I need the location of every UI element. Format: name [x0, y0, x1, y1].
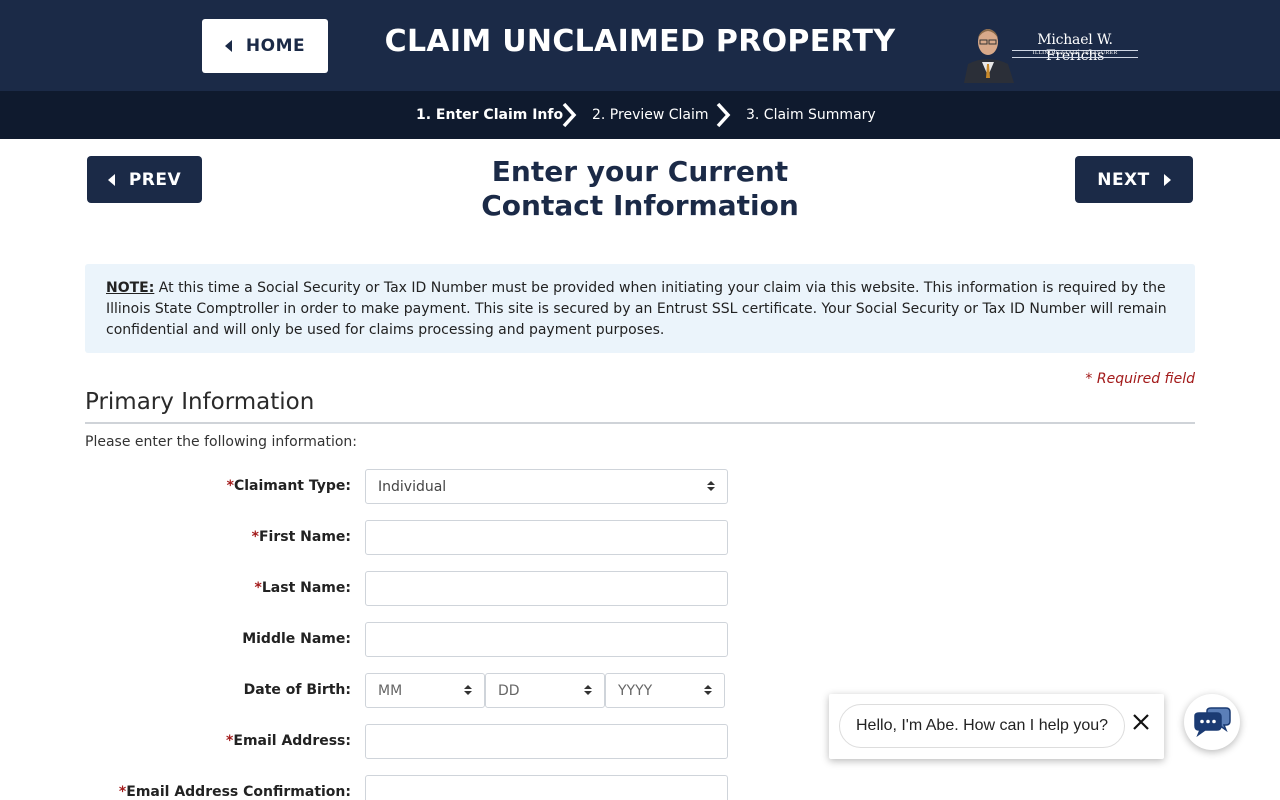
- last-name-label: *Last Name:: [255, 580, 351, 596]
- first-name-label: *First Name:: [252, 529, 351, 545]
- step-1: 1. Enter Claim Info: [416, 107, 564, 123]
- dob-year-value: YYYY: [618, 682, 653, 699]
- email-label-text: Email Address:: [233, 733, 351, 749]
- page-heading-line-2: Contact Information: [481, 189, 799, 222]
- email-confirm-input[interactable]: [365, 775, 728, 800]
- step-progress-bar: 1. Enter Claim Info 2. Preview Claim 3. …: [0, 91, 1280, 139]
- prev-button[interactable]: PREV: [87, 156, 202, 203]
- prev-button-label: PREV: [128, 169, 182, 190]
- required-marker: *: [226, 478, 234, 494]
- first-name-input[interactable]: [365, 520, 728, 555]
- chat-greeting-bubble[interactable]: Hello, I'm Abe. How can I help you?: [839, 704, 1125, 748]
- treasurer-portrait-icon: [960, 20, 1016, 83]
- claimant-type-value: Individual: [378, 478, 447, 495]
- next-button[interactable]: NEXT: [1075, 156, 1193, 203]
- middle-name-input[interactable]: [365, 622, 728, 657]
- section-divider: [85, 422, 1195, 424]
- select-arrows-icon: [464, 685, 472, 697]
- middle-name-label: Middle Name:: [242, 631, 351, 647]
- select-arrows-icon: [707, 481, 715, 493]
- select-arrows-icon: [584, 685, 592, 697]
- email-input[interactable]: [365, 724, 728, 759]
- date-of-birth-label: Date of Birth:: [243, 682, 351, 698]
- dob-day-select[interactable]: DD: [485, 673, 605, 708]
- ssn-notice: NOTE: At this time a Social Security or …: [85, 264, 1195, 353]
- dob-year-select[interactable]: YYYY: [605, 673, 725, 708]
- step-3: 3. Claim Summary: [746, 107, 876, 123]
- section-instructions: Please enter the following information:: [85, 434, 358, 450]
- logo-subtitle: ILLINOIS STATE TREASURER: [1032, 50, 1118, 56]
- chevron-right-icon: [716, 102, 731, 128]
- dob-month-select[interactable]: MM: [365, 673, 485, 708]
- required-field-note: * Required field: [1085, 371, 1195, 387]
- page-heading-line-1: Enter your Current: [491, 155, 789, 188]
- next-button-label: NEXT: [1097, 169, 1150, 190]
- select-arrows-icon: [704, 685, 712, 697]
- logo-name: Michael W. Frerichs: [1037, 32, 1113, 64]
- email-confirm-label-text: Email Address Confirmation:: [126, 784, 351, 800]
- required-marker: *: [251, 529, 259, 545]
- logo-rule-lower: [1012, 57, 1138, 58]
- caret-right-icon: [1163, 173, 1171, 186]
- close-icon[interactable]: [1132, 713, 1150, 731]
- dob-day-value: DD: [498, 682, 520, 699]
- required-marker: *: [254, 580, 262, 596]
- email-label: *Email Address:: [226, 733, 351, 749]
- email-confirm-label: *Email Address Confirmation:: [119, 784, 351, 800]
- claimant-type-label-text: Claimant Type:: [233, 478, 351, 494]
- note-text: At this time a Social Security or Tax ID…: [106, 280, 1167, 338]
- note-label: NOTE:: [106, 280, 155, 296]
- last-name-input[interactable]: [365, 571, 728, 606]
- chat-bubbles-icon: [1194, 707, 1231, 737]
- step-2: 2. Preview Claim: [592, 107, 709, 123]
- last-name-label-text: Last Name:: [261, 580, 351, 596]
- chat-popup: Hello, I'm Abe. How can I help you?: [829, 694, 1164, 759]
- treasurer-logo[interactable]: Michael W. Frerichs ILLINOIS STATE TREAS…: [958, 20, 1140, 84]
- chat-launcher-button[interactable]: [1184, 694, 1240, 750]
- dob-month-value: MM: [378, 682, 403, 699]
- claimant-type-label: *Claimant Type:: [227, 478, 351, 494]
- chat-greeting-text: Hello, I'm Abe. How can I help you?: [856, 717, 1109, 734]
- chevron-right-icon: [562, 102, 577, 128]
- section-title: Primary Information: [85, 389, 315, 415]
- caret-left-icon: [107, 173, 115, 186]
- page-heading: Enter your Current Contact Information: [440, 155, 840, 223]
- claimant-type-select[interactable]: Individual: [365, 469, 728, 504]
- first-name-label-text: First Name:: [258, 529, 351, 545]
- site-header: HOME CLAIM UNCLAIMED PROPERTY Michael W.…: [0, 0, 1280, 91]
